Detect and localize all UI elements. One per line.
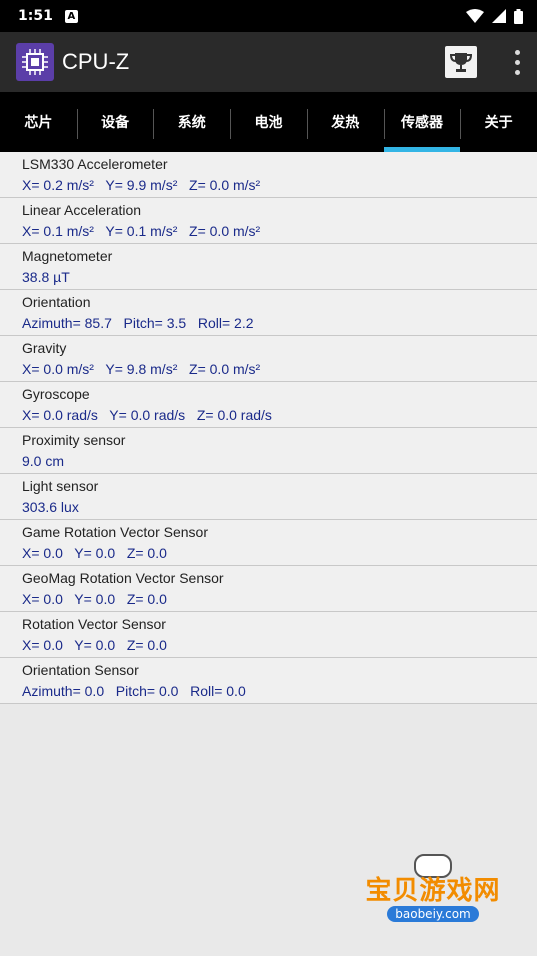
cpu-chip-icon <box>16 43 54 81</box>
sensor-value: 38.8 µT <box>22 269 70 285</box>
list-item: Orientation Azimuth= 85.7 Pitch= 3.5 Roll… <box>0 290 537 336</box>
sensor-value: X= 0.0 Y= 0.0 Z= 0.0 <box>22 637 167 653</box>
sensor-name: Rotation Vector Sensor <box>22 616 166 632</box>
sensor-value: 9.0 cm <box>22 453 65 469</box>
sensor-value: X= 0.0 Y= 0.0 Z= 0.0 <box>22 545 167 561</box>
sensor-name: Magnetometer <box>22 248 113 264</box>
sensor-value: X= 0.1 m/s² Y= 0.1 m/s² Z= 0.0 m/s² <box>22 223 261 239</box>
sensor-value: 303.6 lux <box>22 499 79 515</box>
tab-about[interactable]: 关于 <box>460 92 537 152</box>
sensor-name: Light sensor <box>22 478 99 494</box>
sensor-value: Azimuth= 0.0 Pitch= 0.0 Roll= 0.0 <box>22 683 246 699</box>
sensor-value: Azimuth= 85.7 Pitch= 3.5 Roll= 2.2 <box>22 315 254 331</box>
list-item: Orientation Sensor Azimuth= 0.0 Pitch= 0.… <box>0 658 537 704</box>
sensor-name: LSM330 Accelerometer <box>22 156 168 172</box>
sensor-name: GeoMag Rotation Vector Sensor <box>22 570 224 586</box>
tab-device[interactable]: 设备 <box>76 92 154 152</box>
tab-battery[interactable]: 电池 <box>230 92 307 152</box>
watermark-url: baobeiy.com <box>387 906 479 922</box>
sensor-value: X= 0.0 m/s² Y= 9.8 m/s² Z= 0.0 m/s² <box>22 361 261 377</box>
list-item: Magnetometer 38.8 µT <box>0 244 537 290</box>
status-bar: 1:51 A <box>0 0 537 32</box>
list-item: Game Rotation Vector Sensor X= 0.0 Y= 0.0… <box>0 520 537 566</box>
sensor-name: Gyroscope <box>22 386 90 402</box>
tab-thermal[interactable]: 发热 <box>306 92 384 152</box>
notification-a-icon: A <box>64 9 78 23</box>
sensor-list: LSM330 Accelerometer X= 0.2 m/s² Y= 9.9 m… <box>0 152 537 704</box>
gamepad-icon <box>414 854 452 878</box>
list-item: Linear Acceleration X= 0.1 m/s² Y= 0.1 m/… <box>0 198 537 244</box>
sensor-value: X= 0.0 Y= 0.0 Z= 0.0 <box>22 591 167 607</box>
sensor-value: X= 0.2 m/s² Y= 9.9 m/s² Z= 0.0 m/s² <box>22 177 261 193</box>
sensor-name: Linear Acceleration <box>22 202 142 218</box>
list-item: Proximity sensor 9.0 cm <box>0 428 537 474</box>
app-title: CPU-Z <box>62 49 130 74</box>
sensor-name: Orientation Sensor <box>22 662 139 678</box>
sensor-name: Gravity <box>22 340 67 356</box>
status-icons <box>466 8 523 24</box>
list-item: GeoMag Rotation Vector Sensor X= 0.0 Y= 0… <box>0 566 537 612</box>
sensor-name: Orientation <box>22 294 91 310</box>
sensor-value: X= 0.0 rad/s Y= 0.0 rad/s Z= 0.0 rad/s <box>22 407 272 423</box>
watermark-text: 宝贝游戏网 <box>365 876 501 906</box>
list-item: Gyroscope X= 0.0 rad/s Y= 0.0 rad/s Z= 0.… <box>0 382 537 428</box>
dot <box>514 69 520 75</box>
status-time: 1:51 <box>18 8 53 24</box>
dot <box>514 49 520 55</box>
list-item: Gravity X= 0.0 m/s² Y= 9.8 m/s² Z= 0.0 m/… <box>0 336 537 382</box>
wifi-icon <box>466 9 484 23</box>
list-item: LSM330 Accelerometer X= 0.2 m/s² Y= 9.9 m… <box>0 152 537 198</box>
tab-bar: 芯片 设备 系统 电池 发热 传感器 关于 <box>0 92 537 152</box>
list-item: Light sensor 303.6 lux <box>0 474 537 520</box>
tab-sensors[interactable]: 传感器 <box>383 92 461 152</box>
list-item: Rotation Vector Sensor X= 0.0 Y= 0.0 Z= 0… <box>0 612 537 658</box>
dot <box>514 59 520 65</box>
trophy-icon <box>449 53 473 72</box>
sensor-name: Game Rotation Vector Sensor <box>22 524 208 540</box>
overflow-menu-button[interactable] <box>513 49 521 75</box>
trophy-button[interactable] <box>445 46 477 78</box>
signal-icon <box>492 9 506 23</box>
app-bar: CPU-Z <box>0 32 537 92</box>
tab-chip[interactable]: 芯片 <box>0 92 77 152</box>
battery-icon <box>514 8 523 24</box>
sensor-name: Proximity sensor <box>22 432 126 448</box>
tab-system[interactable]: 系统 <box>153 92 230 152</box>
watermark-logo: 宝贝游戏网 baobeiy.com <box>363 854 503 934</box>
